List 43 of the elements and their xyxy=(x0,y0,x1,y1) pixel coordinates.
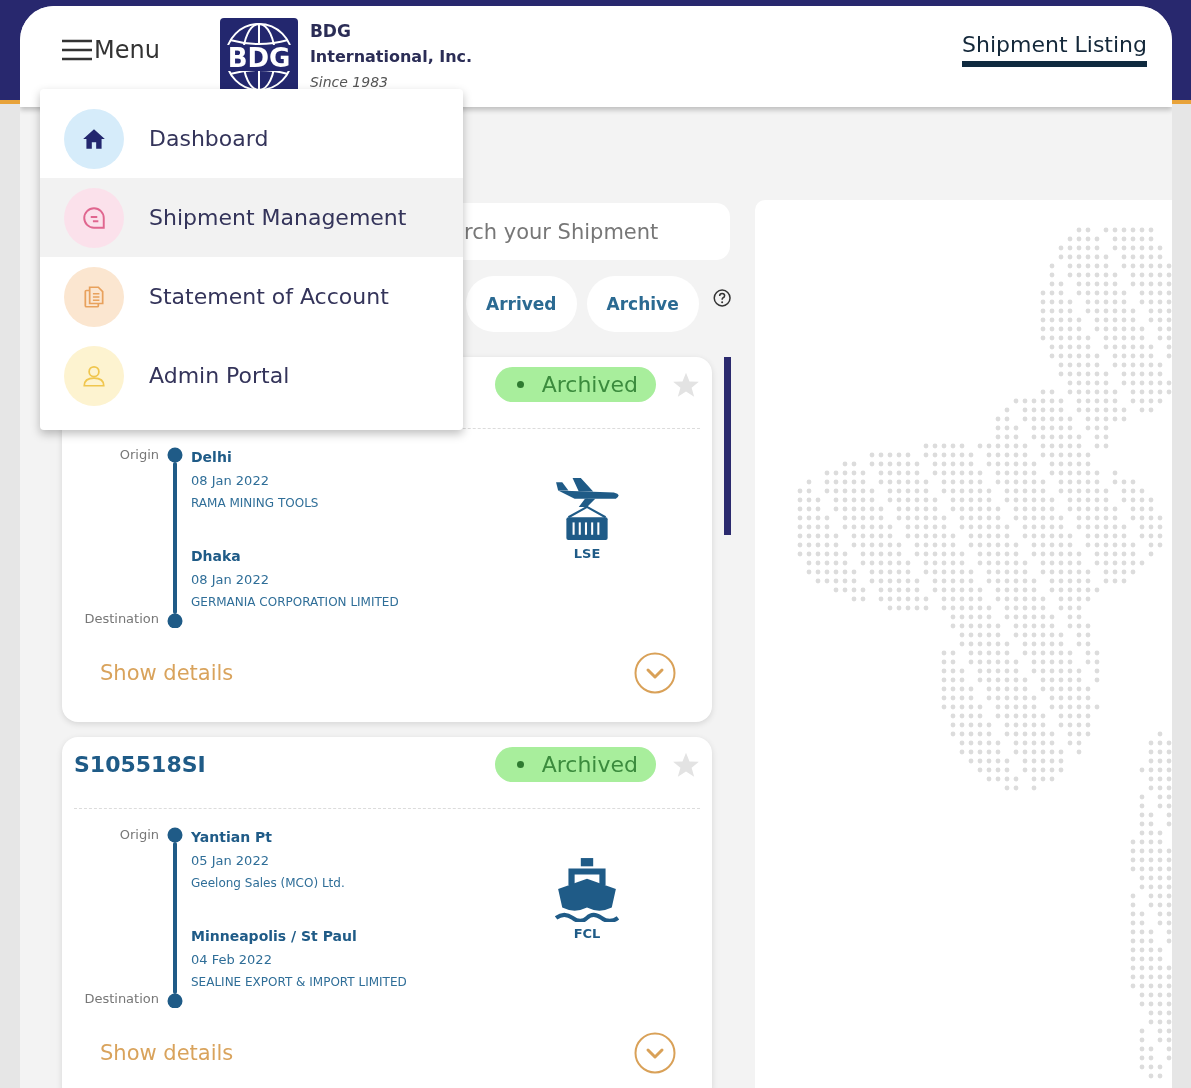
city-name: Delhi xyxy=(191,448,233,467)
city-name: Dhaka xyxy=(191,547,242,566)
help-icon xyxy=(712,287,731,309)
menu-icon xyxy=(62,38,92,61)
menu-item[interactable]: Shipment Management xyxy=(40,178,463,257)
menu-item[interactable]: Admin Portal xyxy=(40,336,463,415)
shipment-mode: LSE xyxy=(573,546,601,561)
menu-item-label: Admin Portal xyxy=(149,363,290,388)
destination-label: Destination xyxy=(84,990,159,1008)
menu-item[interactable]: Statement of Account xyxy=(40,257,463,336)
company-name: GERMANIA CORPORATION LIMITED xyxy=(191,594,400,611)
city-name: Minneapolis / St Paul xyxy=(191,927,358,946)
status-badge: Archived xyxy=(494,367,656,402)
origin-label: Origin xyxy=(119,826,159,844)
menu-item[interactable]: Dashboard xyxy=(40,99,463,178)
company-name: BDG xyxy=(309,19,352,43)
menu-item-label: Dashboard xyxy=(149,126,269,151)
company-name: Geelong Sales (MCO) Ltd. xyxy=(191,875,346,892)
menu-button[interactable]: Menu xyxy=(62,35,160,64)
stop-date: 05 Jan 2022 xyxy=(191,852,270,870)
shipment-id: S105518SI xyxy=(74,752,206,777)
stop-date: 04 Feb 2022 xyxy=(191,951,273,969)
stop-date: 08 Jan 2022 xyxy=(191,571,270,589)
scrollbar[interactable] xyxy=(724,357,731,535)
company-name: SEALINE EXPORT & IMPORT LIMITED xyxy=(191,974,408,991)
menu-item-label: Shipment Management xyxy=(149,205,407,230)
page-title: Shipment Listing xyxy=(962,32,1147,67)
filter-tab[interactable]: Archive xyxy=(586,276,699,332)
destination-label: Destination xyxy=(84,610,159,628)
origin-label: Origin xyxy=(119,446,159,464)
company-subtitle: International, Inc. xyxy=(309,45,473,68)
status-badge: Archived xyxy=(494,747,656,782)
company-tagline: Since 1983 xyxy=(309,72,389,92)
stop-date: 08 Jan 2022 xyxy=(191,472,270,490)
expand-icon[interactable] xyxy=(634,652,676,694)
filter-tab[interactable]: Arrived xyxy=(466,276,577,332)
city-name: Yantian Pt xyxy=(191,828,273,847)
expand-icon[interactable] xyxy=(634,1032,676,1074)
menu-item-label: Statement of Account xyxy=(149,284,389,309)
company-name: RAMA MINING TOOLS xyxy=(191,495,320,512)
ship-icon xyxy=(554,856,620,922)
shipment-mode: FCL xyxy=(573,926,601,941)
plane-cargo-icon xyxy=(554,476,620,542)
